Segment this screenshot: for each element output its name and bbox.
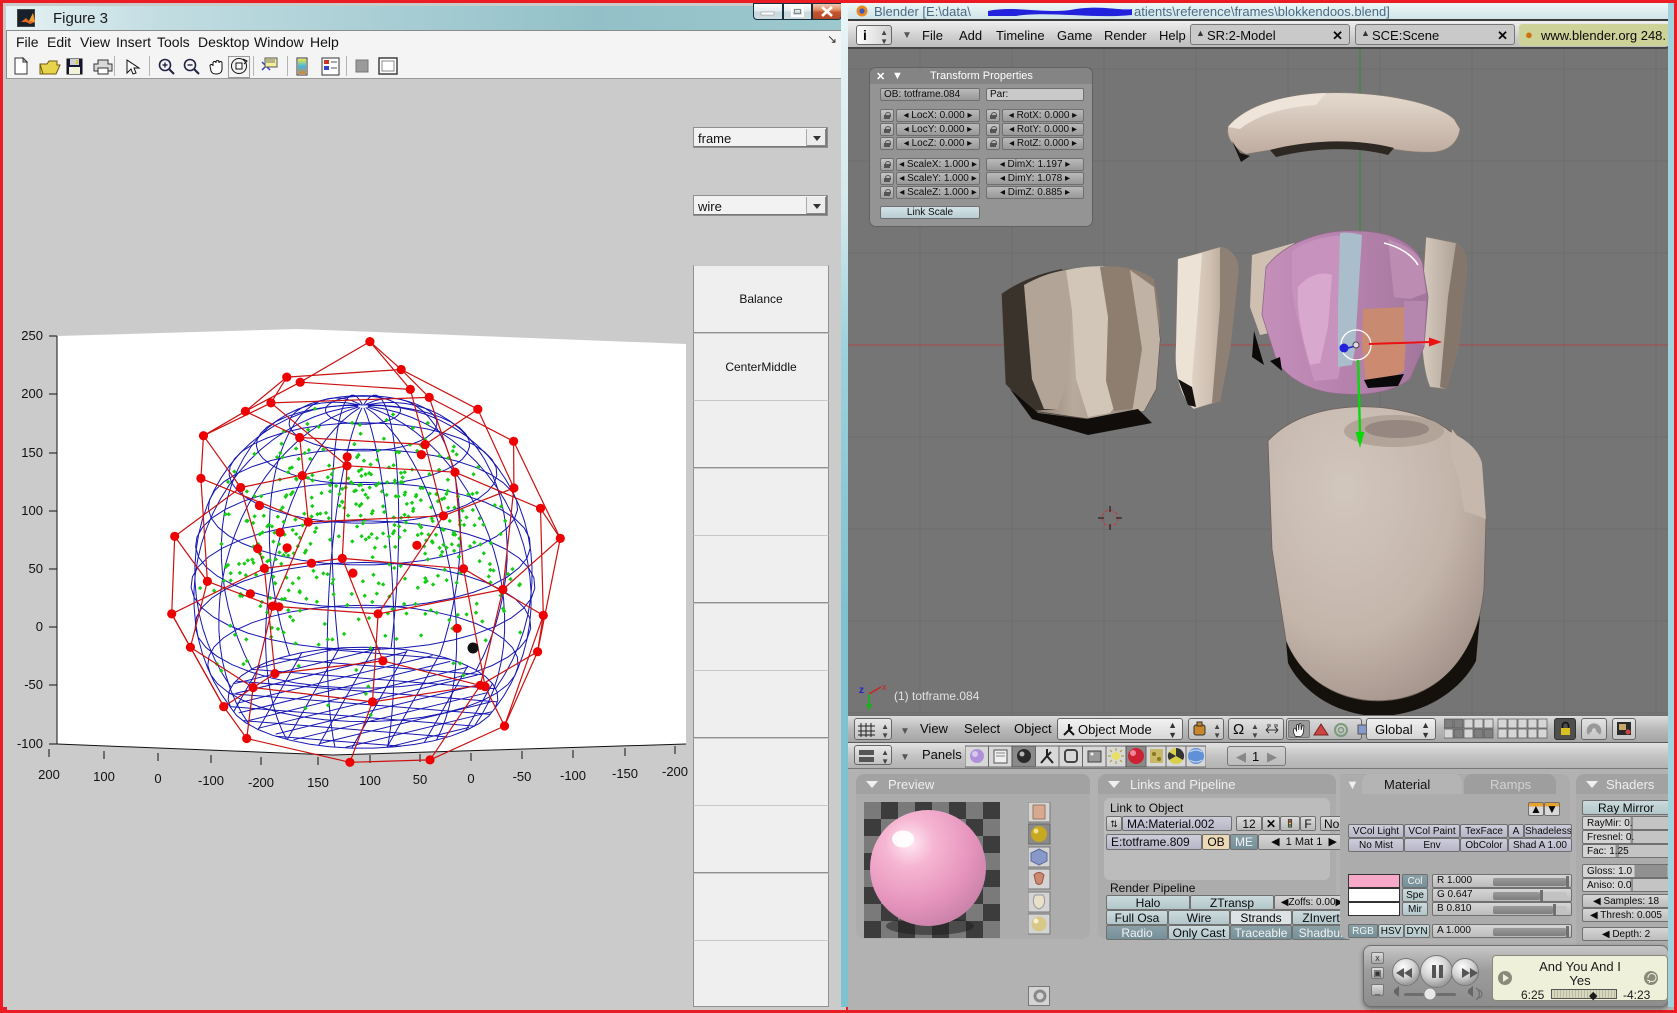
svg-text:150: 150 [21, 445, 43, 460]
svg-text:-100: -100 [17, 736, 43, 751]
svg-text:200: 200 [21, 386, 43, 401]
svg-text:100: 100 [21, 503, 43, 518]
svg-text:250: 250 [21, 328, 43, 343]
svg-text:0: 0 [36, 619, 43, 634]
svg-text:-100: -100 [560, 768, 586, 783]
svg-text:-50: -50 [513, 769, 532, 784]
svg-text:z: z [859, 685, 864, 696]
svg-text:-100: -100 [198, 773, 224, 788]
svg-text:100: 100 [359, 773, 381, 788]
svg-text:-200: -200 [248, 775, 274, 790]
svg-text:-200: -200 [662, 764, 688, 779]
svg-text:-150: -150 [612, 766, 638, 781]
svg-text:0: 0 [154, 771, 161, 786]
svg-text:50: 50 [29, 561, 43, 576]
svg-text:150: 150 [307, 775, 329, 790]
svg-text:200: 200 [38, 767, 60, 782]
svg-text:0: 0 [467, 771, 474, 786]
svg-text:-50: -50 [24, 677, 43, 692]
svg-text:(1) totframe.084: (1) totframe.084 [894, 689, 980, 703]
svg-text:50: 50 [413, 772, 427, 787]
svg-text:x: x [882, 682, 887, 692]
svg-text:100: 100 [93, 769, 115, 784]
